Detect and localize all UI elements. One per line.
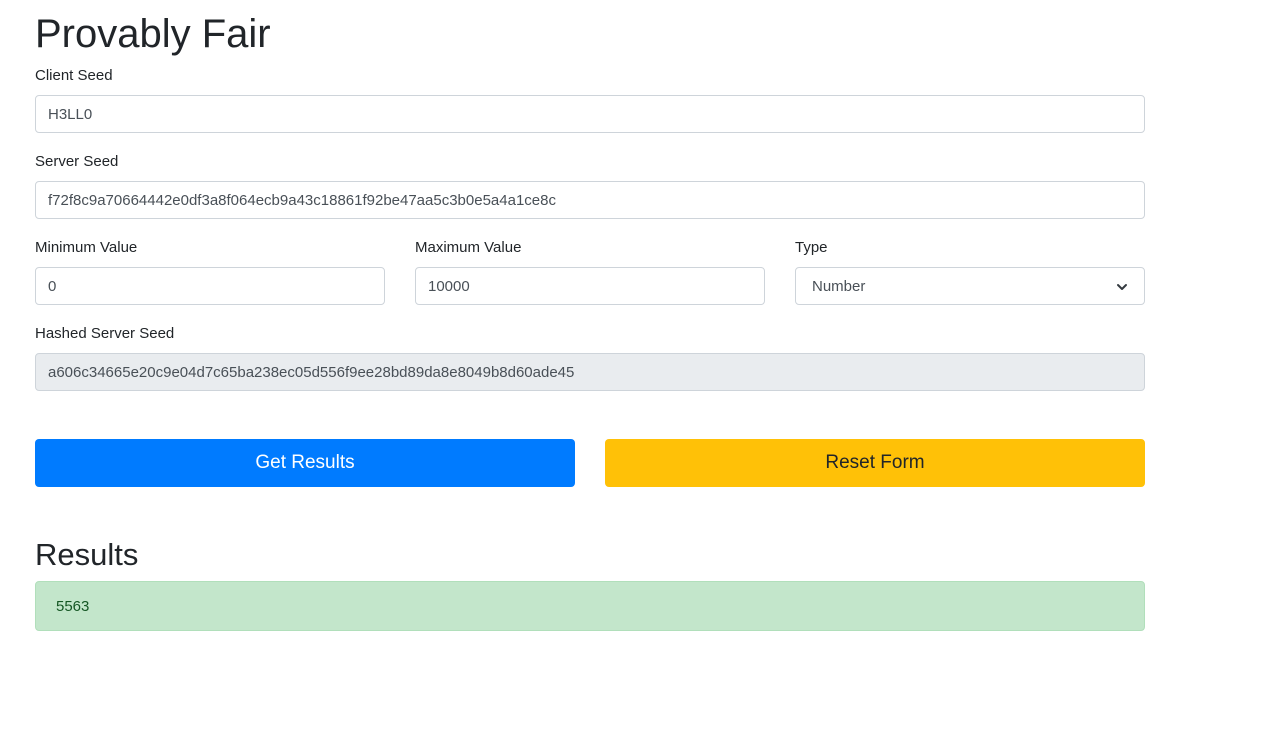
get-results-button[interactable]: Get Results bbox=[35, 439, 575, 487]
type-label: Type bbox=[795, 239, 828, 256]
server-seed-input[interactable] bbox=[35, 181, 1145, 219]
page-title: Provably Fair bbox=[35, 12, 271, 56]
maximum-value-label: Maximum Value bbox=[415, 239, 522, 256]
result-value: 5563 bbox=[56, 597, 90, 615]
type-select[interactable]: Number bbox=[795, 267, 1145, 305]
client-seed-label: Client Seed bbox=[35, 67, 113, 84]
result-alert: 5563 bbox=[35, 581, 1145, 631]
server-seed-label: Server Seed bbox=[35, 153, 119, 170]
hashed-server-seed-label: Hashed Server Seed bbox=[35, 325, 175, 342]
type-select-value: Number bbox=[812, 277, 866, 295]
minimum-value-input[interactable] bbox=[35, 267, 385, 305]
client-seed-input[interactable] bbox=[35, 95, 1145, 133]
hashed-server-seed-input bbox=[35, 353, 1145, 391]
minimum-value-label: Minimum Value bbox=[35, 239, 138, 256]
chevron-down-icon bbox=[1116, 280, 1128, 292]
maximum-value-input[interactable] bbox=[415, 267, 765, 305]
reset-form-button[interactable]: Reset Form bbox=[605, 439, 1145, 487]
results-title: Results bbox=[35, 537, 139, 572]
